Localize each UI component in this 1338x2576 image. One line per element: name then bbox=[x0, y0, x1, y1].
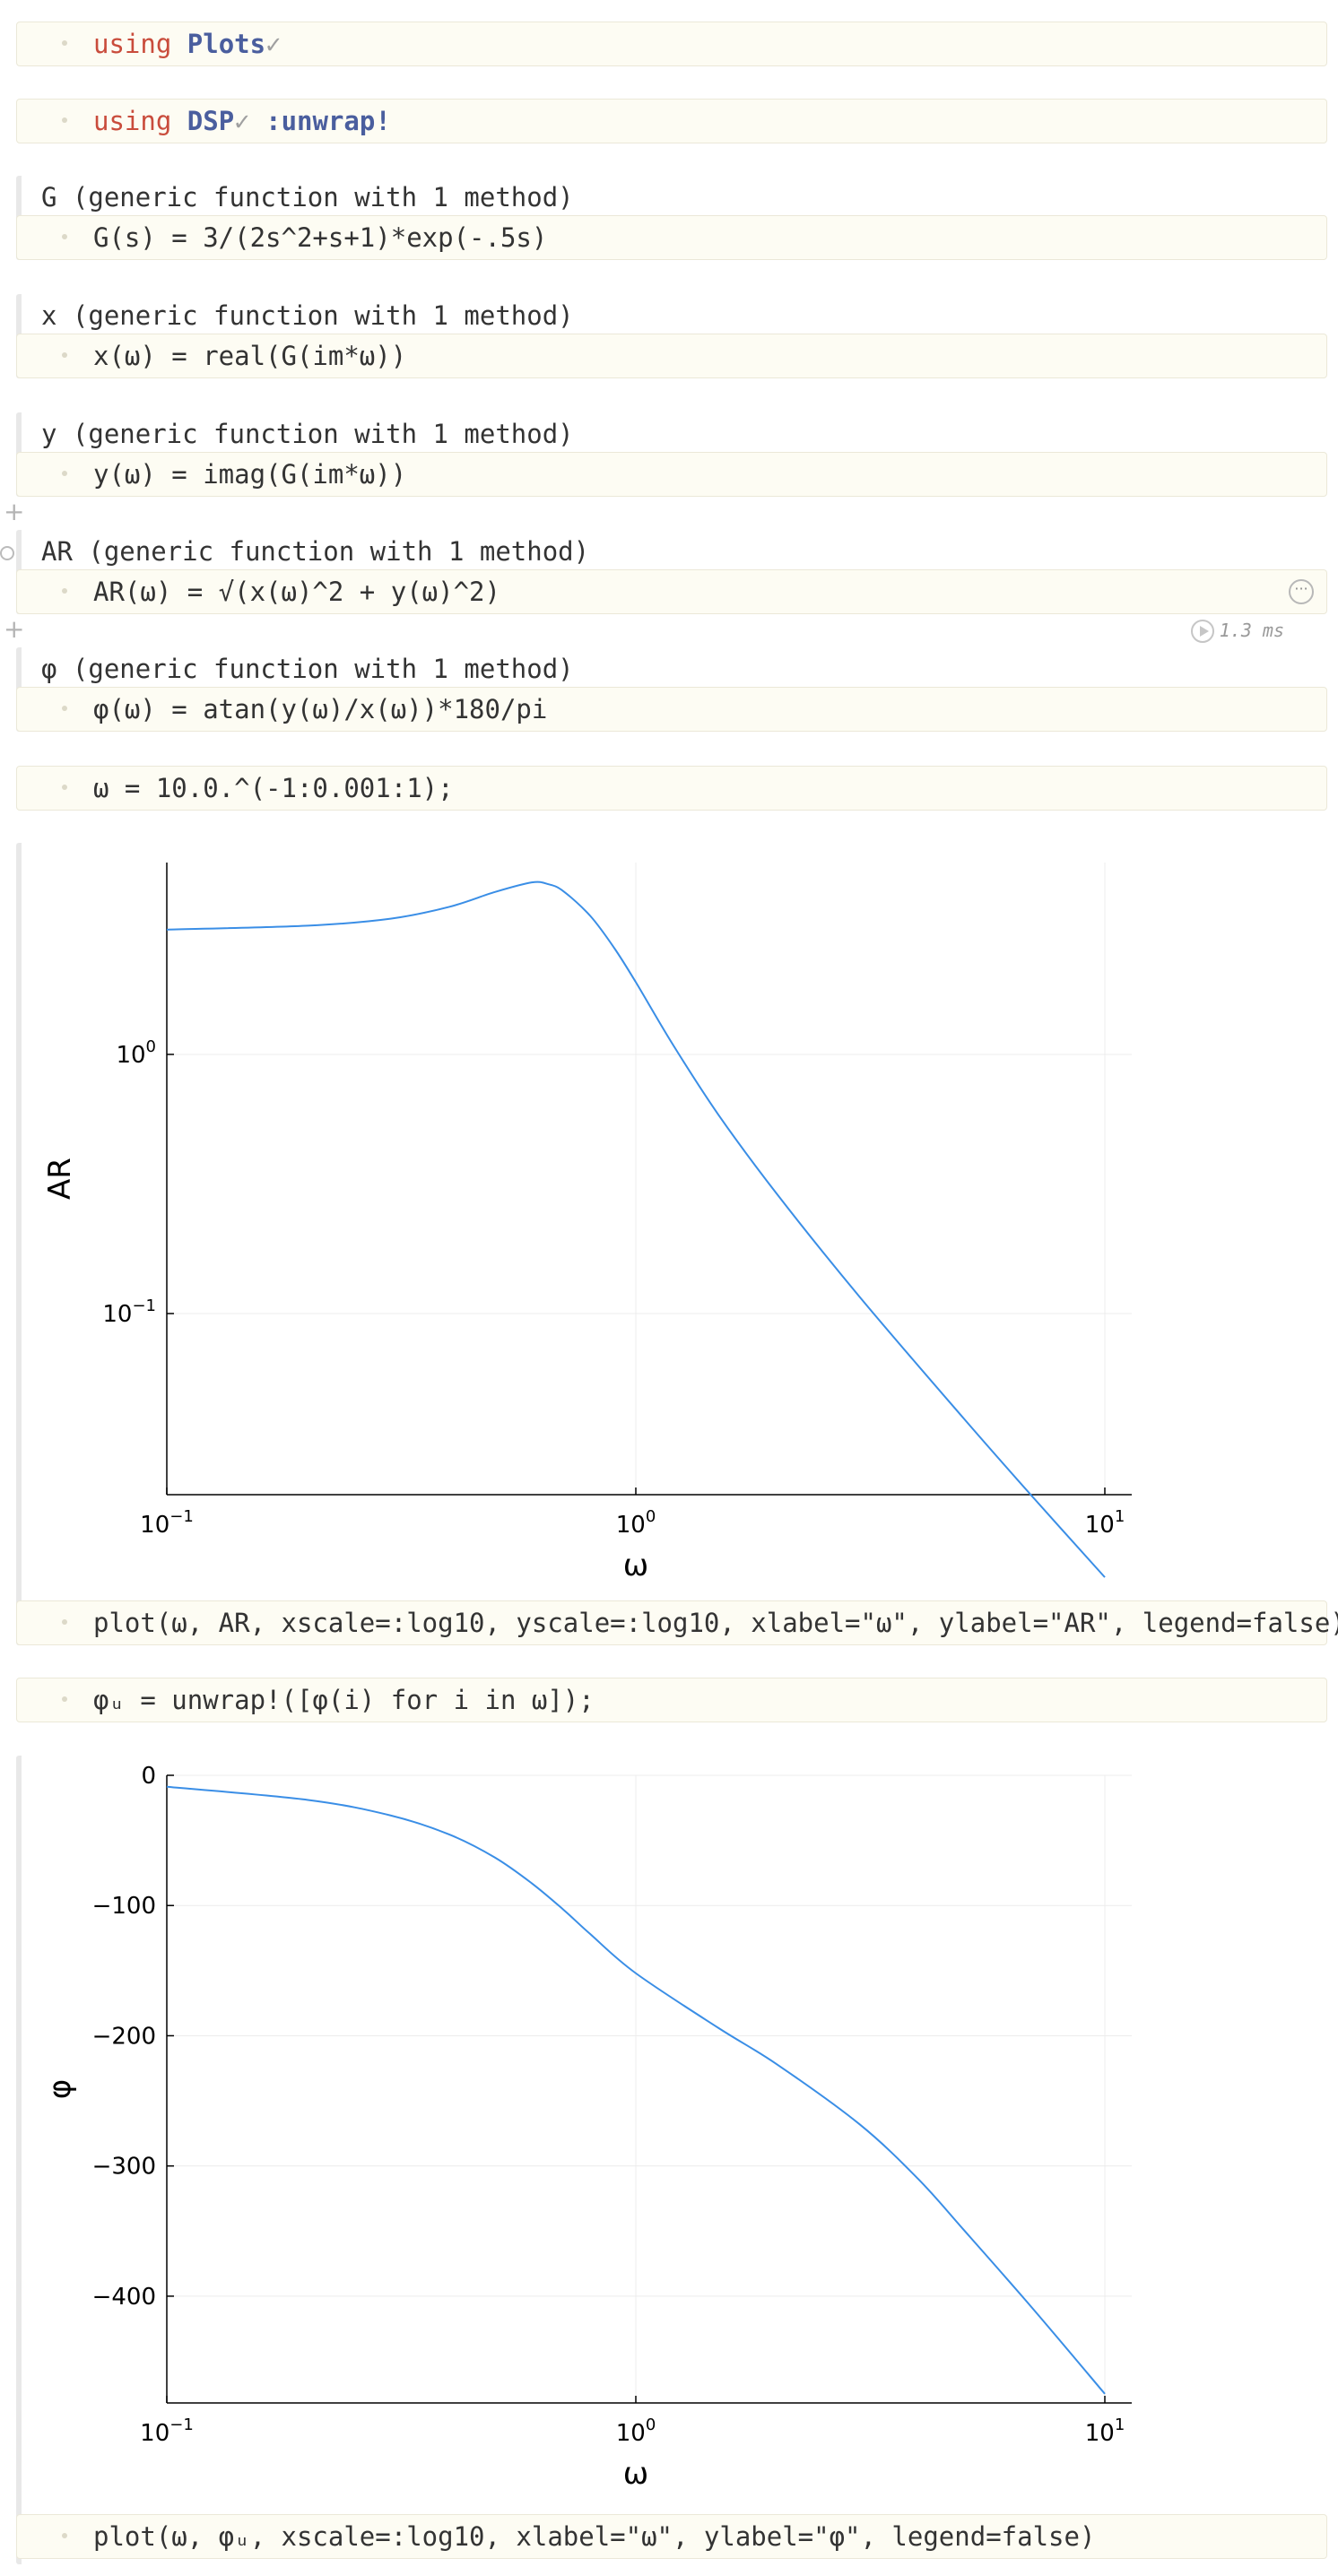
code-line[interactable]: plot(ω, AR, xscale=:log10, yscale=:log10… bbox=[93, 1601, 1338, 1644]
cell-output: y (generic function with 1 method) bbox=[41, 419, 574, 449]
x-axis-label: ω bbox=[623, 2456, 648, 2492]
code-line[interactable]: plot(ω, φᵤ, xscale=:log10, xlabel="ω", y… bbox=[93, 2515, 1095, 2558]
cell-using-dsp: using DSP✓ :unwrap! bbox=[16, 99, 1327, 143]
cell-phi: φ (generic function with 1 method) φ(ω) … bbox=[16, 647, 1327, 732]
add-cell-plus-icon[interactable]: + bbox=[4, 614, 24, 644]
keyword: using bbox=[93, 106, 172, 136]
cell-unwrap: φᵤ = unwrap!([φ(i) for i in ω]); bbox=[16, 1678, 1327, 1722]
keyword: using bbox=[93, 29, 172, 59]
code-editor[interactable]: using Plots✓ bbox=[16, 22, 1327, 66]
cell-output: φ (generic function with 1 method) bbox=[41, 654, 574, 684]
cell-y: y (generic function with 1 method) y(ω) … bbox=[16, 412, 1327, 497]
cell-sidebar bbox=[16, 1756, 22, 2564]
cell-output: AR (generic function with 1 method) bbox=[41, 536, 590, 567]
cell-bullet bbox=[62, 2533, 67, 2538]
code-editor[interactable]: y(ω) = imag(G(im*ω)) bbox=[16, 452, 1327, 497]
x-tick-label: 100 bbox=[616, 2416, 656, 2447]
y-tick-label: 100 bbox=[116, 1037, 156, 1069]
phase-plot: 10−1 100 101 0 −100 −200 −300 −400 ω φ bbox=[42, 1763, 1132, 2492]
cell-plot-AR: 10−1 100 101 10−1 100 ω AR plot(ω, AR, xscale=… bbox=[16, 843, 1338, 1645]
cell-bullet bbox=[62, 471, 67, 476]
cell-bullet bbox=[62, 117, 67, 123]
y-axis-label: AR bbox=[42, 1158, 78, 1200]
cell-output: x (generic function with 1 method) bbox=[41, 300, 574, 331]
cell-bullet bbox=[62, 352, 67, 358]
code-editor[interactable]: φ(ω) = atan(y(ω)/x(ω))*180/pi bbox=[16, 687, 1327, 732]
x-tick-label: 100 bbox=[616, 1507, 656, 1539]
eye-icon[interactable] bbox=[0, 546, 14, 560]
cell-bullet bbox=[62, 588, 67, 594]
code-editor[interactable]: plot(ω, AR, xscale=:log10, yscale=:log10… bbox=[16, 1600, 1338, 1645]
code-line[interactable]: AR(ω) = √(x(ω)^2 + y(ω)^2) bbox=[93, 570, 500, 613]
x-axis-label: ω bbox=[623, 1548, 648, 1583]
x-tick-label: 10−1 bbox=[140, 1507, 194, 1539]
code-editor[interactable]: plot(ω, φᵤ, xscale=:log10, xlabel="ω", y… bbox=[16, 2514, 1327, 2559]
code-editor[interactable]: φᵤ = unwrap!([φ(i) for i in ω]); bbox=[16, 1678, 1327, 1722]
x-tick-label: 101 bbox=[1085, 1507, 1125, 1539]
package-name: Plots bbox=[187, 29, 266, 59]
check-icon: ✓ bbox=[265, 29, 282, 59]
imported-symbol: :unwrap! bbox=[265, 106, 391, 136]
code-line[interactable]: x(ω) = real(G(im*ω)) bbox=[93, 334, 406, 377]
y-tick-label: −200 bbox=[92, 2023, 156, 2050]
code-line[interactable]: y(ω) = imag(G(im*ω)) bbox=[93, 453, 406, 496]
code-line[interactable]: using Plots✓ bbox=[93, 22, 282, 65]
y-tick-label: −300 bbox=[92, 2154, 156, 2181]
code-line[interactable]: ω = 10.0.^(-1:0.001:1); bbox=[93, 767, 454, 810]
play-icon[interactable] bbox=[1191, 620, 1214, 643]
cell-using-plots: using Plots✓ bbox=[16, 22, 1327, 66]
add-cell-plus-icon[interactable]: + bbox=[4, 497, 24, 526]
code-line[interactable]: using DSP✓ :unwrap! bbox=[93, 100, 391, 143]
code-editor[interactable]: G(s) = 3/(2s^2+s+1)*exp(-.5s) bbox=[16, 215, 1327, 260]
cell-omega: ω = 10.0.^(-1:0.001:1); bbox=[16, 766, 1327, 811]
cell-bullet bbox=[62, 1696, 67, 1702]
y-tick-label: 10−1 bbox=[102, 1297, 156, 1328]
cell-bullet bbox=[62, 1619, 67, 1625]
code-line[interactable]: φᵤ = unwrap!([φ(i) for i in ω]); bbox=[93, 1678, 595, 1722]
code-line[interactable]: G(s) = 3/(2s^2+s+1)*exp(-.5s) bbox=[93, 216, 547, 259]
code-editor[interactable]: using DSP✓ :unwrap! bbox=[16, 99, 1327, 143]
check-icon: ✓ bbox=[234, 106, 250, 136]
cell-plot-phi: 10−1 100 101 0 −100 −200 −300 −400 ω φ plot(ω, φᵤ… bbox=[16, 1756, 1327, 2564]
ar-plot: 10−1 100 101 10−1 100 ω AR bbox=[42, 863, 1132, 1583]
cell-bullet bbox=[62, 40, 67, 46]
x-tick-label: 101 bbox=[1085, 2416, 1125, 2447]
run-time: 1.3 ms bbox=[1219, 620, 1284, 641]
cell-bullet bbox=[62, 706, 67, 711]
y-tick-label: 0 bbox=[141, 1763, 156, 1790]
code-editor[interactable]: AR(ω) = √(x(ω)^2 + y(ω)^2) ··· bbox=[16, 569, 1327, 614]
cell-bullet bbox=[62, 234, 67, 239]
y-tick-label: −100 bbox=[92, 1893, 156, 1920]
y-tick-label: −400 bbox=[92, 2284, 156, 2311]
package-name: DSP bbox=[187, 106, 235, 136]
ellipsis-icon[interactable]: ··· bbox=[1289, 579, 1314, 604]
cell-bullet bbox=[62, 785, 67, 790]
code-editor[interactable]: x(ω) = real(G(im*ω)) bbox=[16, 334, 1327, 378]
x-tick-label: 10−1 bbox=[140, 2416, 194, 2447]
cell-AR: AR (generic function with 1 method) AR(ω… bbox=[16, 530, 1327, 614]
y-axis-label: φ bbox=[42, 2079, 78, 2099]
cell-x: x (generic function with 1 method) x(ω) … bbox=[16, 294, 1327, 378]
cell-output: G (generic function with 1 method) bbox=[41, 182, 574, 212]
code-line[interactable]: φ(ω) = atan(y(ω)/x(ω))*180/pi bbox=[93, 688, 547, 731]
code-editor[interactable]: ω = 10.0.^(-1:0.001:1); bbox=[16, 766, 1327, 811]
cell-sidebar bbox=[16, 843, 22, 1645]
cell-G: G (generic function with 1 method) G(s) … bbox=[16, 176, 1327, 260]
